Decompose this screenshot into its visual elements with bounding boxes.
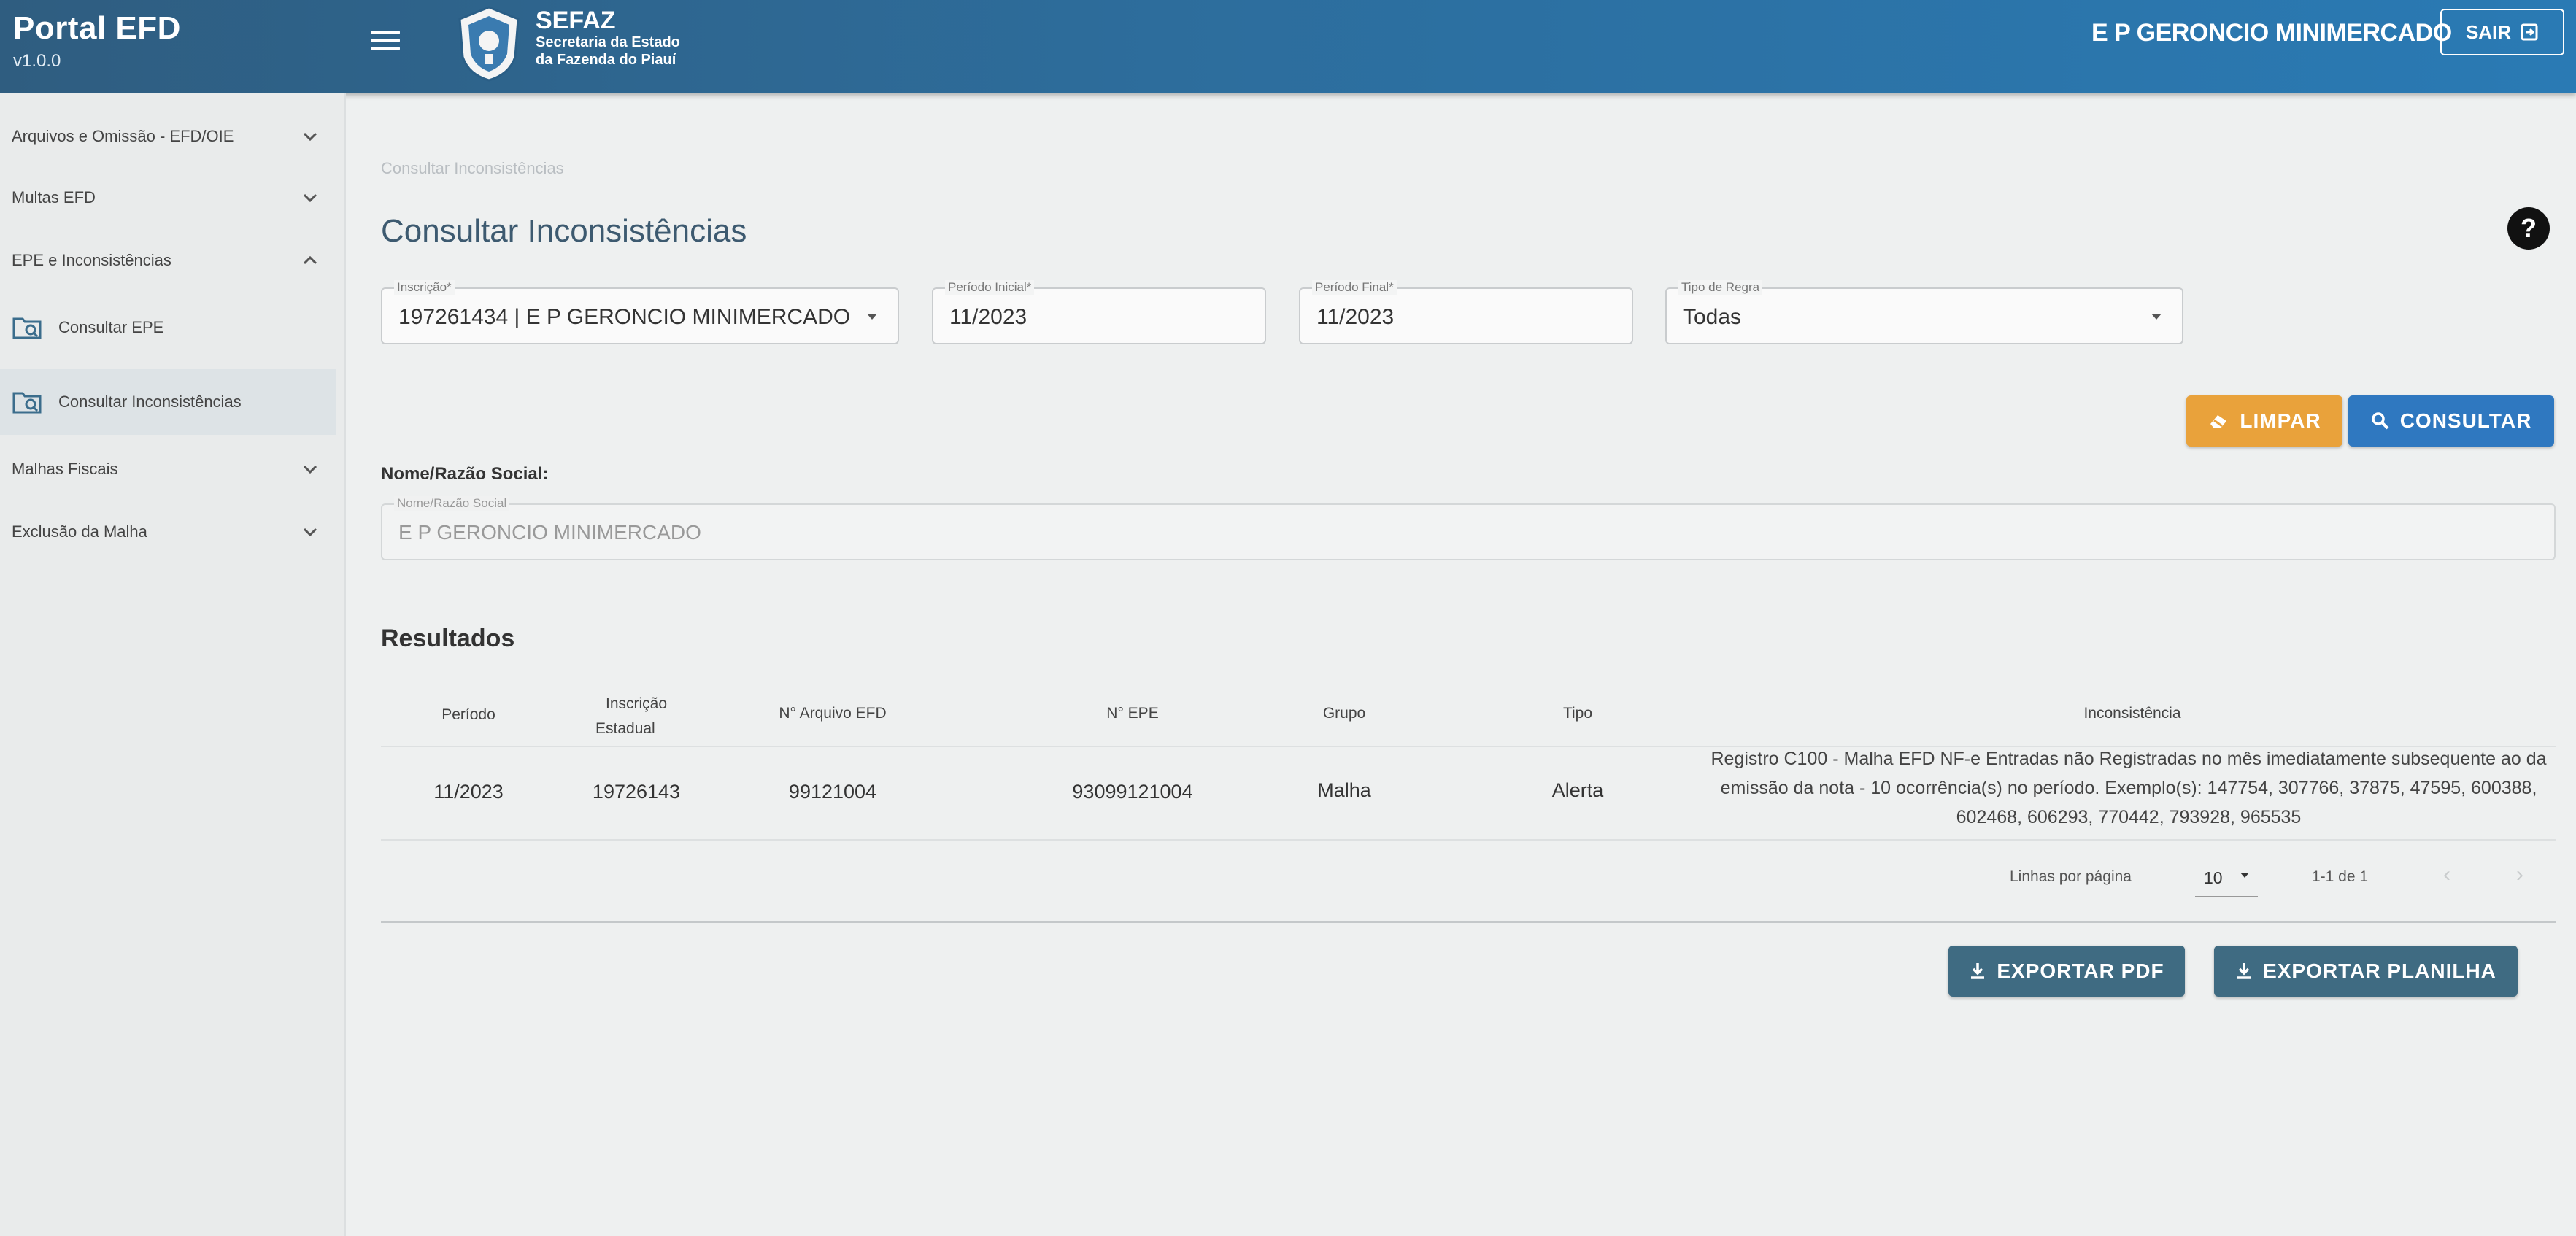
results-title: Resultados	[381, 625, 515, 652]
exportar-planilha-button[interactable]: EXPORTAR PLANILHA	[2214, 946, 2518, 997]
app-header: Portal EFD v1.0.0 SEFAZ Secretaria da Es…	[0, 0, 2576, 93]
download-icon	[1971, 963, 1985, 979]
sidebar-item-label: Consultar EPE	[58, 318, 164, 336]
sidebar-item-label: Malhas Fiscais	[12, 460, 118, 478]
sidebar-item-epe-inconsistencias[interactable]: EPE e Inconsistências	[0, 235, 343, 286]
menu-icon[interactable]	[371, 26, 400, 53]
sidebar-item-label: Exclusão da Malha	[12, 522, 147, 541]
inscricao-value: 197261434 | E P GERONCIO MINIMERCADO	[398, 305, 851, 329]
dropdown-caret-icon	[867, 314, 877, 320]
header-grupo: Grupo	[1322, 705, 1366, 722]
sidebar-item-label: Arquivos e Omissão - EFD/OIE	[12, 127, 234, 145]
chevron-down-icon	[303, 465, 317, 474]
consultar-button[interactable]: CONSULTAR	[2348, 395, 2554, 447]
periodo-inicial-value: 11/2023	[949, 305, 1027, 329]
chevron-down-icon	[303, 132, 317, 142]
logout-label: SAIR	[2465, 20, 2512, 43]
cell-inscricao: 19726143	[592, 781, 681, 803]
sidebar-item-label: Consultar Inconsistências	[58, 393, 242, 411]
sidebar-item-label: EPE e Inconsistências	[12, 251, 171, 269]
logout-icon	[2521, 23, 2538, 41]
help-icon[interactable]: ?	[2507, 207, 2550, 250]
nome-razao-social-field: Nome/Razão Social E P GERONCIO MINIMERCA…	[381, 496, 2556, 560]
download-icon	[2237, 963, 2251, 979]
periodo-inicial-input[interactable]: Período Inicial* 11/2023	[932, 280, 1266, 344]
folder-search-icon	[12, 392, 42, 414]
nome-section-label: Nome/Razão Social:	[381, 464, 549, 484]
periodo-final-input[interactable]: Período Final* 11/2023	[1299, 280, 1633, 344]
sidebar: Arquivos e Omissão - EFD/OIE Multas EFD …	[0, 93, 346, 1236]
cell-epe: 93099121004	[1072, 781, 1193, 803]
exportar-pdf-label: EXPORTAR PDF	[1997, 959, 2164, 982]
periodo-inicial-label: Período Inicial*	[945, 280, 1035, 295]
tipo-regra-value: Todas	[1683, 305, 1742, 329]
nome-razao-social-label: Nome/Razão Social	[394, 496, 510, 511]
rows-per-page-label: Linhas por página	[2010, 868, 2132, 885]
nome-razao-social-value: E P GERONCIO MINIMERCADO	[398, 521, 701, 544]
header-inconsistencia: Inconsistência	[2083, 705, 2181, 722]
page-title: Consultar Inconsistências	[381, 213, 747, 249]
chevron-left-icon[interactable]: ‹	[2443, 862, 2450, 887]
chevron-right-icon[interactable]: ›	[2516, 862, 2523, 887]
rows-per-page-value: 10	[2204, 868, 2223, 887]
cell-tipo: Alerta	[1551, 779, 1604, 801]
dropdown-caret-icon	[2151, 314, 2162, 320]
sefaz-logo	[458, 6, 520, 82]
periodo-final-label: Período Final*	[1312, 280, 1397, 295]
chevron-up-icon	[303, 255, 317, 265]
tipo-regra-label: Tipo de Regra	[1678, 280, 1763, 295]
company-name: E P GERONCIO MINIMERCADO	[2091, 19, 2452, 47]
header-epe: N° EPE	[1106, 705, 1159, 722]
logout-button[interactable]: SAIR	[2440, 9, 2564, 55]
cell-arquivo: 99121004	[788, 781, 877, 803]
inscricao-select[interactable]: Inscrição* 197261434 | E P GERONCIO MINI…	[381, 280, 899, 344]
search-icon	[2371, 412, 2389, 430]
tipo-regra-select[interactable]: Tipo de Regra Todas	[1665, 280, 2183, 344]
rows-per-page-select[interactable]: 10	[2195, 862, 2258, 897]
sidebar-item-arquivos[interactable]: Arquivos e Omissão - EFD/OIE	[0, 111, 343, 162]
header-periodo: Período	[441, 706, 495, 723]
dropdown-caret-icon	[2240, 873, 2249, 878]
chevron-down-icon	[303, 193, 317, 203]
folder-search-icon	[12, 317, 42, 339]
sidebar-item-label: Multas EFD	[12, 188, 96, 206]
results-table: Período Inscrição Estadual N° Arquivo EF…	[381, 679, 2556, 923]
sidebar-item-multas[interactable]: Multas EFD	[0, 172, 343, 223]
cell-inconsistencia: Registro C100 - Malha EFD NF-e Entradas …	[1711, 749, 2547, 827]
chevron-down-icon	[303, 528, 317, 537]
header-arquivo-efd: N° Arquivo EFD	[779, 705, 887, 722]
table-divider	[381, 839, 2556, 841]
pagination-range: 1-1 de 1	[2312, 868, 2369, 885]
exportar-planilha-label: EXPORTAR PLANILHA	[2263, 959, 2496, 982]
inscricao-label: Inscrição*	[394, 280, 455, 295]
header-inscricao-estadual: Inscrição Estadual	[595, 695, 668, 737]
sidebar-item-consultar-inconsistencias[interactable]: Consultar Inconsistências	[0, 369, 336, 435]
sidebar-item-exclusao-malha[interactable]: Exclusão da Malha	[0, 506, 343, 557]
app-title: Portal EFD	[13, 10, 181, 46]
sidebar-item-malhas-fiscais[interactable]: Malhas Fiscais	[0, 444, 343, 495]
periodo-final-value: 11/2023	[1316, 305, 1395, 329]
limpar-label: LIMPAR	[2240, 409, 2321, 432]
sidebar-item-consultar-epe[interactable]: Consultar EPE	[0, 295, 336, 360]
consultar-label: CONSULTAR	[2399, 409, 2532, 432]
header-tipo: Tipo	[1562, 705, 1593, 722]
cell-periodo: 11/2023	[433, 781, 504, 803]
cell-grupo: Malha	[1317, 779, 1371, 801]
sefaz-logo-text: SEFAZ Secretaria da Estado da Fazenda do…	[536, 7, 680, 68]
eraser-icon	[2210, 415, 2227, 428]
app-version: v1.0.0	[13, 51, 61, 71]
limpar-button[interactable]: LIMPAR	[2186, 395, 2342, 447]
exportar-pdf-button[interactable]: EXPORTAR PDF	[1948, 946, 2185, 997]
breadcrumb: Consultar Inconsistências	[381, 159, 564, 177]
